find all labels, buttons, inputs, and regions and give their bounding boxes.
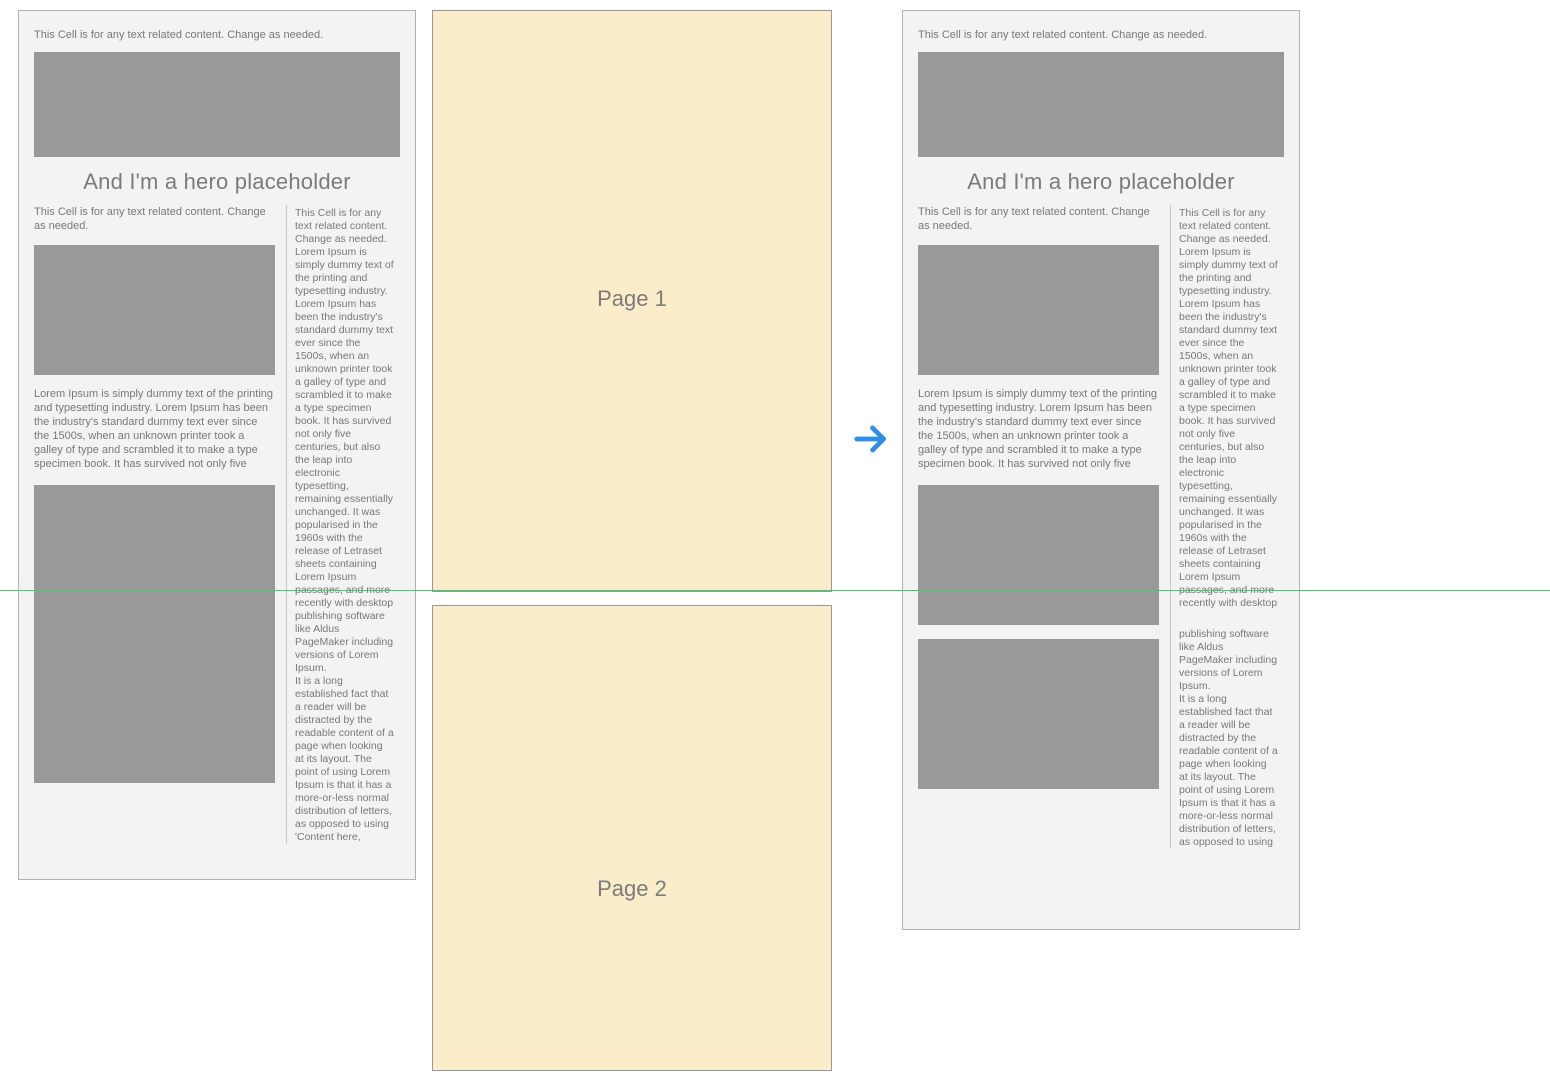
right-column: This Cell is for any text related conten… [1170,205,1278,849]
left-column-caption: This Cell is for any text related conten… [918,205,1159,233]
right-column: This Cell is for any text related conten… [286,205,394,844]
arrow-right-icon [852,420,890,458]
hero-image-placeholder [918,52,1284,157]
right-column-text-part2: publishing software like Aldus PageMaker… [1179,628,1278,849]
before-panel: This Cell is for any text related conten… [18,10,416,880]
left-column: This Cell is for any text related conten… [34,205,286,844]
left-column-paragraph: Lorem Ipsum is simply dummy text of the … [918,387,1159,471]
left-column-caption: This Cell is for any text related conten… [34,205,275,233]
image-placeholder-large [34,485,275,783]
page-2-label: Page 2 [433,876,831,902]
image-placeholder-medium [918,245,1159,375]
hero-title: And I'm a hero placeholder [19,169,415,195]
after-panel: This Cell is for any text related conten… [902,10,1300,930]
image-placeholder-split-bottom [918,639,1159,789]
hero-image-placeholder [34,52,400,157]
page-1: Page 1 [432,10,832,592]
right-column-text-part1: This Cell is for any text related conten… [1179,207,1278,610]
right-column-text: This Cell is for any text related conten… [295,207,394,844]
left-column-paragraph: Lorem Ipsum is simply dummy text of the … [34,387,275,471]
content-columns: This Cell is for any text related conten… [903,205,1299,859]
page-2: Page 2 [432,605,832,1071]
top-caption: This Cell is for any text related conten… [903,11,1299,42]
hero-title: And I'm a hero placeholder [903,169,1299,195]
top-caption: This Cell is for any text related conten… [19,11,415,42]
image-placeholder-split-top [918,485,1159,625]
image-placeholder-medium [34,245,275,375]
page-break-guideline [0,590,1550,591]
content-columns: This Cell is for any text related conten… [19,205,415,854]
left-column: This Cell is for any text related conten… [918,205,1170,849]
page-1-label: Page 1 [433,286,831,312]
